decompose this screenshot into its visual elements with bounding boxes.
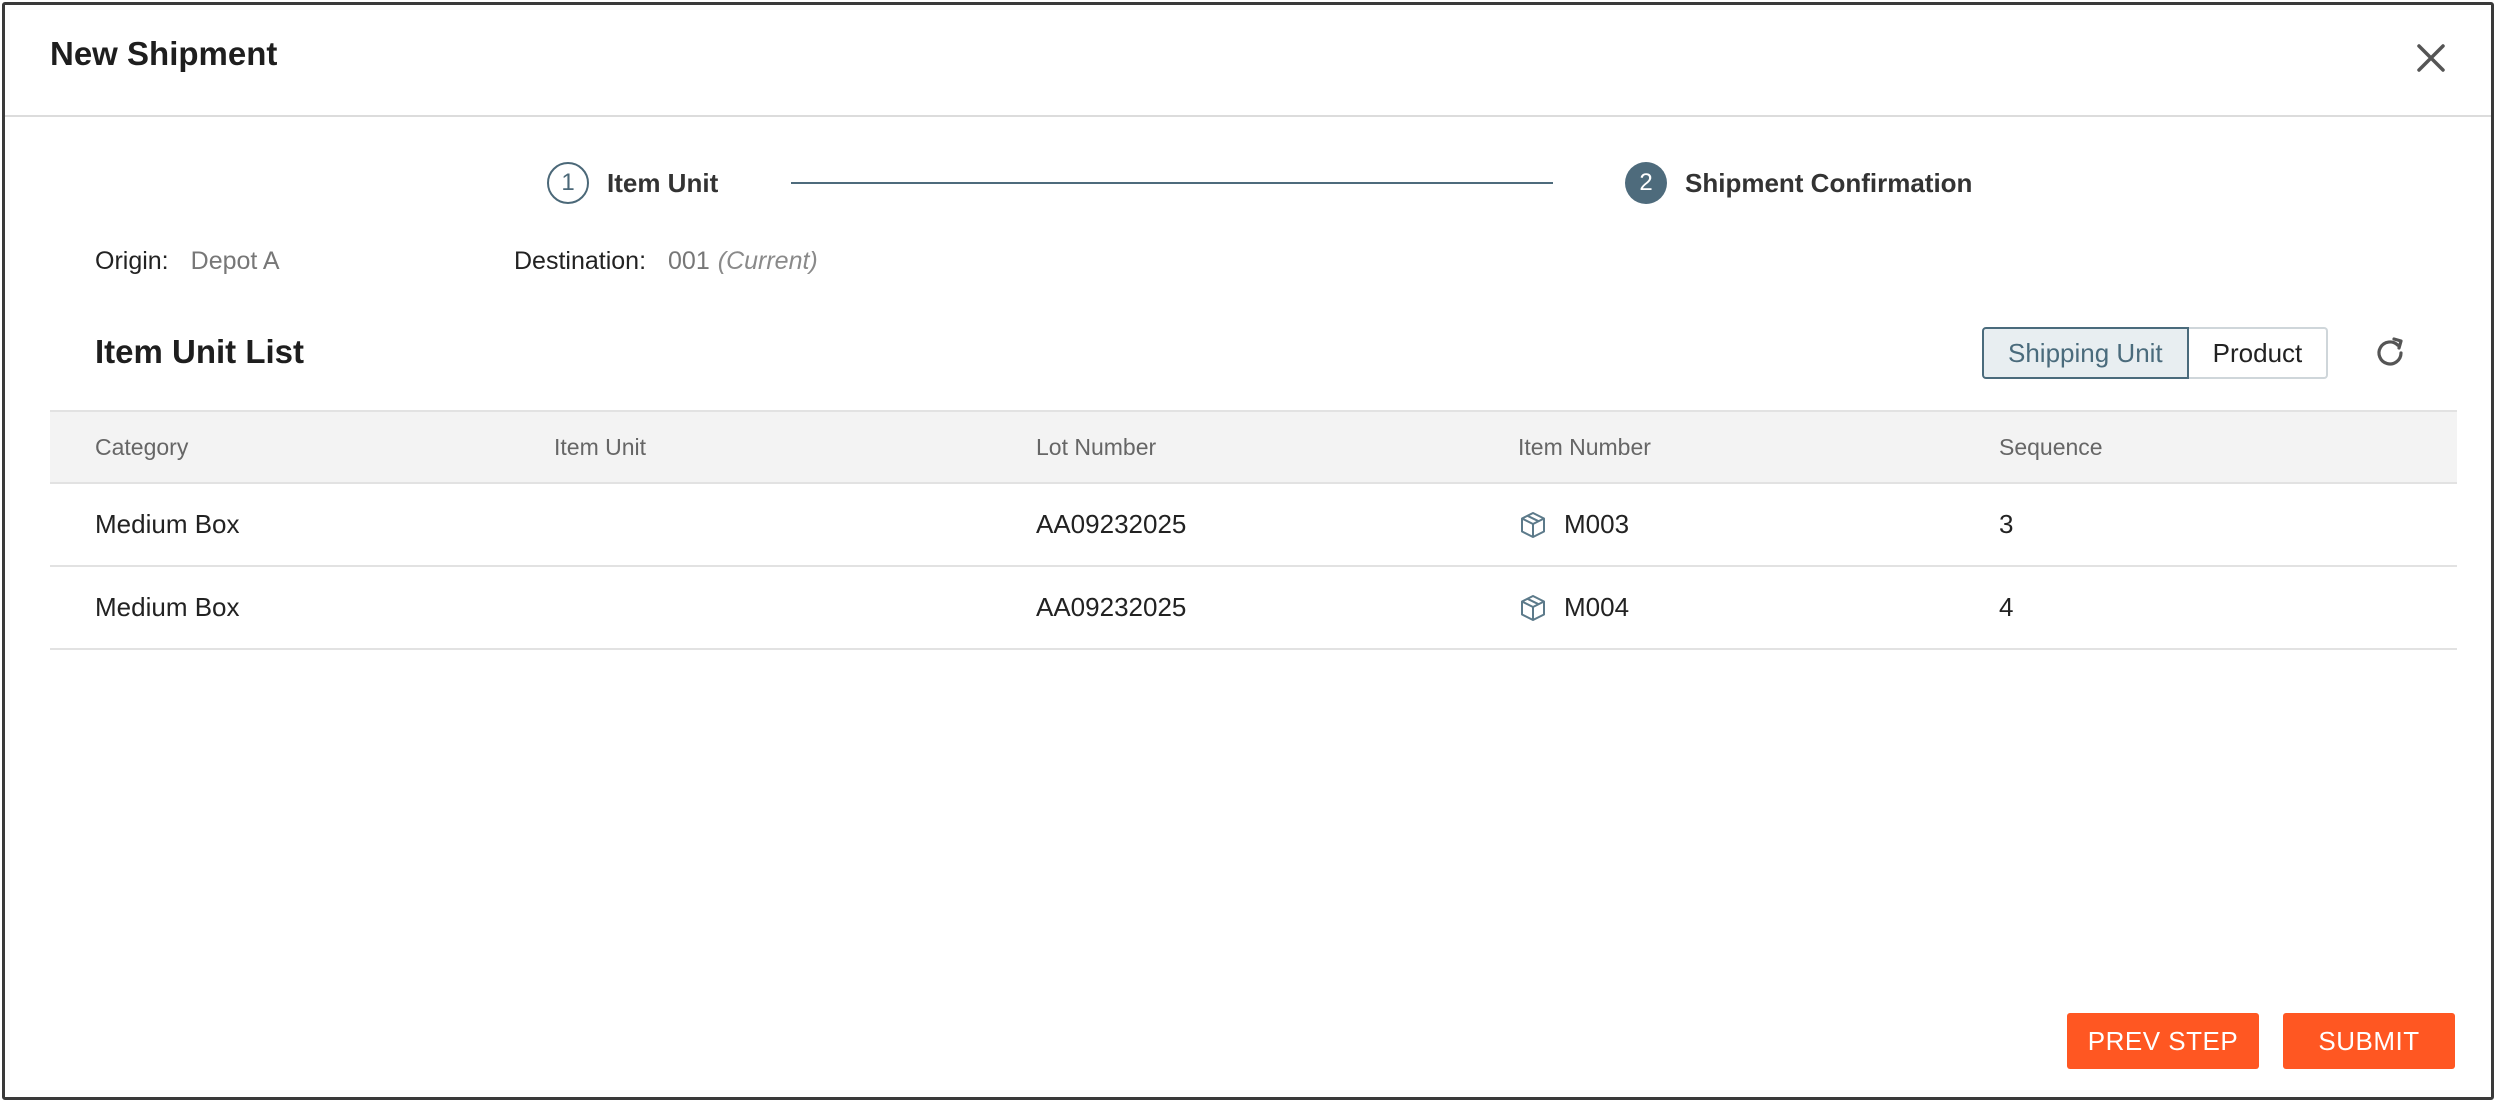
new-shipment-dialog: New Shipment 1 Item Unit 2 Shipment Conf… xyxy=(2,2,2494,1100)
column-header-item-number[interactable]: Item Number xyxy=(1518,434,1651,461)
cell-lot-number: AA09232025 xyxy=(1036,509,1187,539)
box-icon xyxy=(1521,594,1545,621)
destination-note: (Current) xyxy=(717,247,818,275)
item-unit-table: Category Item Unit Lot Number Item Numbe… xyxy=(50,410,2457,650)
origin-info: Origin: Depot A xyxy=(95,247,280,276)
step-item-unit: 1 Item Unit xyxy=(547,160,718,206)
cell-lot-number: AA09232025 xyxy=(1036,592,1187,622)
close-button[interactable] xyxy=(2411,38,2451,78)
step-shipment-confirmation: 2 Shipment Confirmation xyxy=(1625,160,1972,206)
refresh-button[interactable] xyxy=(2370,333,2410,373)
step-label: Shipment Confirmation xyxy=(1685,167,1973,198)
cell-category: Medium Box xyxy=(95,592,240,622)
cell-sequence: 4 xyxy=(1999,592,2014,622)
dialog-title: New Shipment xyxy=(50,35,278,72)
column-header-lot-number[interactable]: Lot Number xyxy=(1036,434,1156,461)
toggle-product[interactable]: Product xyxy=(2188,327,2329,379)
cell-item-number: M003 xyxy=(1518,509,1629,540)
column-header-sequence[interactable]: Sequence xyxy=(1999,434,2103,461)
step-label: Item Unit xyxy=(607,167,719,198)
table-header: Category Item Unit Lot Number Item Numbe… xyxy=(50,410,2457,484)
destination-info: Destination: 001 (Current) xyxy=(514,247,818,276)
step-number: 2 xyxy=(1625,162,1667,204)
origin-label: Origin: xyxy=(95,247,169,275)
item-unit-list-title: Item Unit List xyxy=(95,333,305,370)
table-row[interactable]: Medium Box AA09232025 M004 4 xyxy=(50,567,2457,650)
table-row[interactable]: Medium Box AA09232025 M003 3 xyxy=(50,484,2457,567)
cell-sequence: 3 xyxy=(1999,509,2014,539)
item-number-text: M004 xyxy=(1564,592,1630,622)
close-icon xyxy=(2417,44,2445,72)
view-toggle: Shipping Unit Product xyxy=(1982,327,2329,379)
box-icon xyxy=(1521,511,1545,538)
column-header-item-unit[interactable]: Item Unit xyxy=(554,434,646,461)
cell-item-number: M004 xyxy=(1518,592,1629,623)
destination-label: Destination: xyxy=(514,247,647,275)
toggle-shipping-unit[interactable]: Shipping Unit xyxy=(1982,327,2189,379)
origin-value: Depot A xyxy=(190,247,280,275)
stepper-connector xyxy=(791,182,1553,184)
refresh-icon xyxy=(2377,337,2403,366)
column-header-category[interactable]: Category xyxy=(95,434,188,461)
cell-category: Medium Box xyxy=(95,509,240,539)
item-number-text: M003 xyxy=(1564,509,1630,539)
prev-step-button[interactable]: PREV STEP xyxy=(2067,1013,2259,1069)
step-number: 1 xyxy=(547,162,589,204)
destination-value: 001 xyxy=(668,247,710,275)
submit-button[interactable]: SUBMIT xyxy=(2283,1013,2455,1069)
dialog-header: New Shipment xyxy=(5,5,2491,117)
